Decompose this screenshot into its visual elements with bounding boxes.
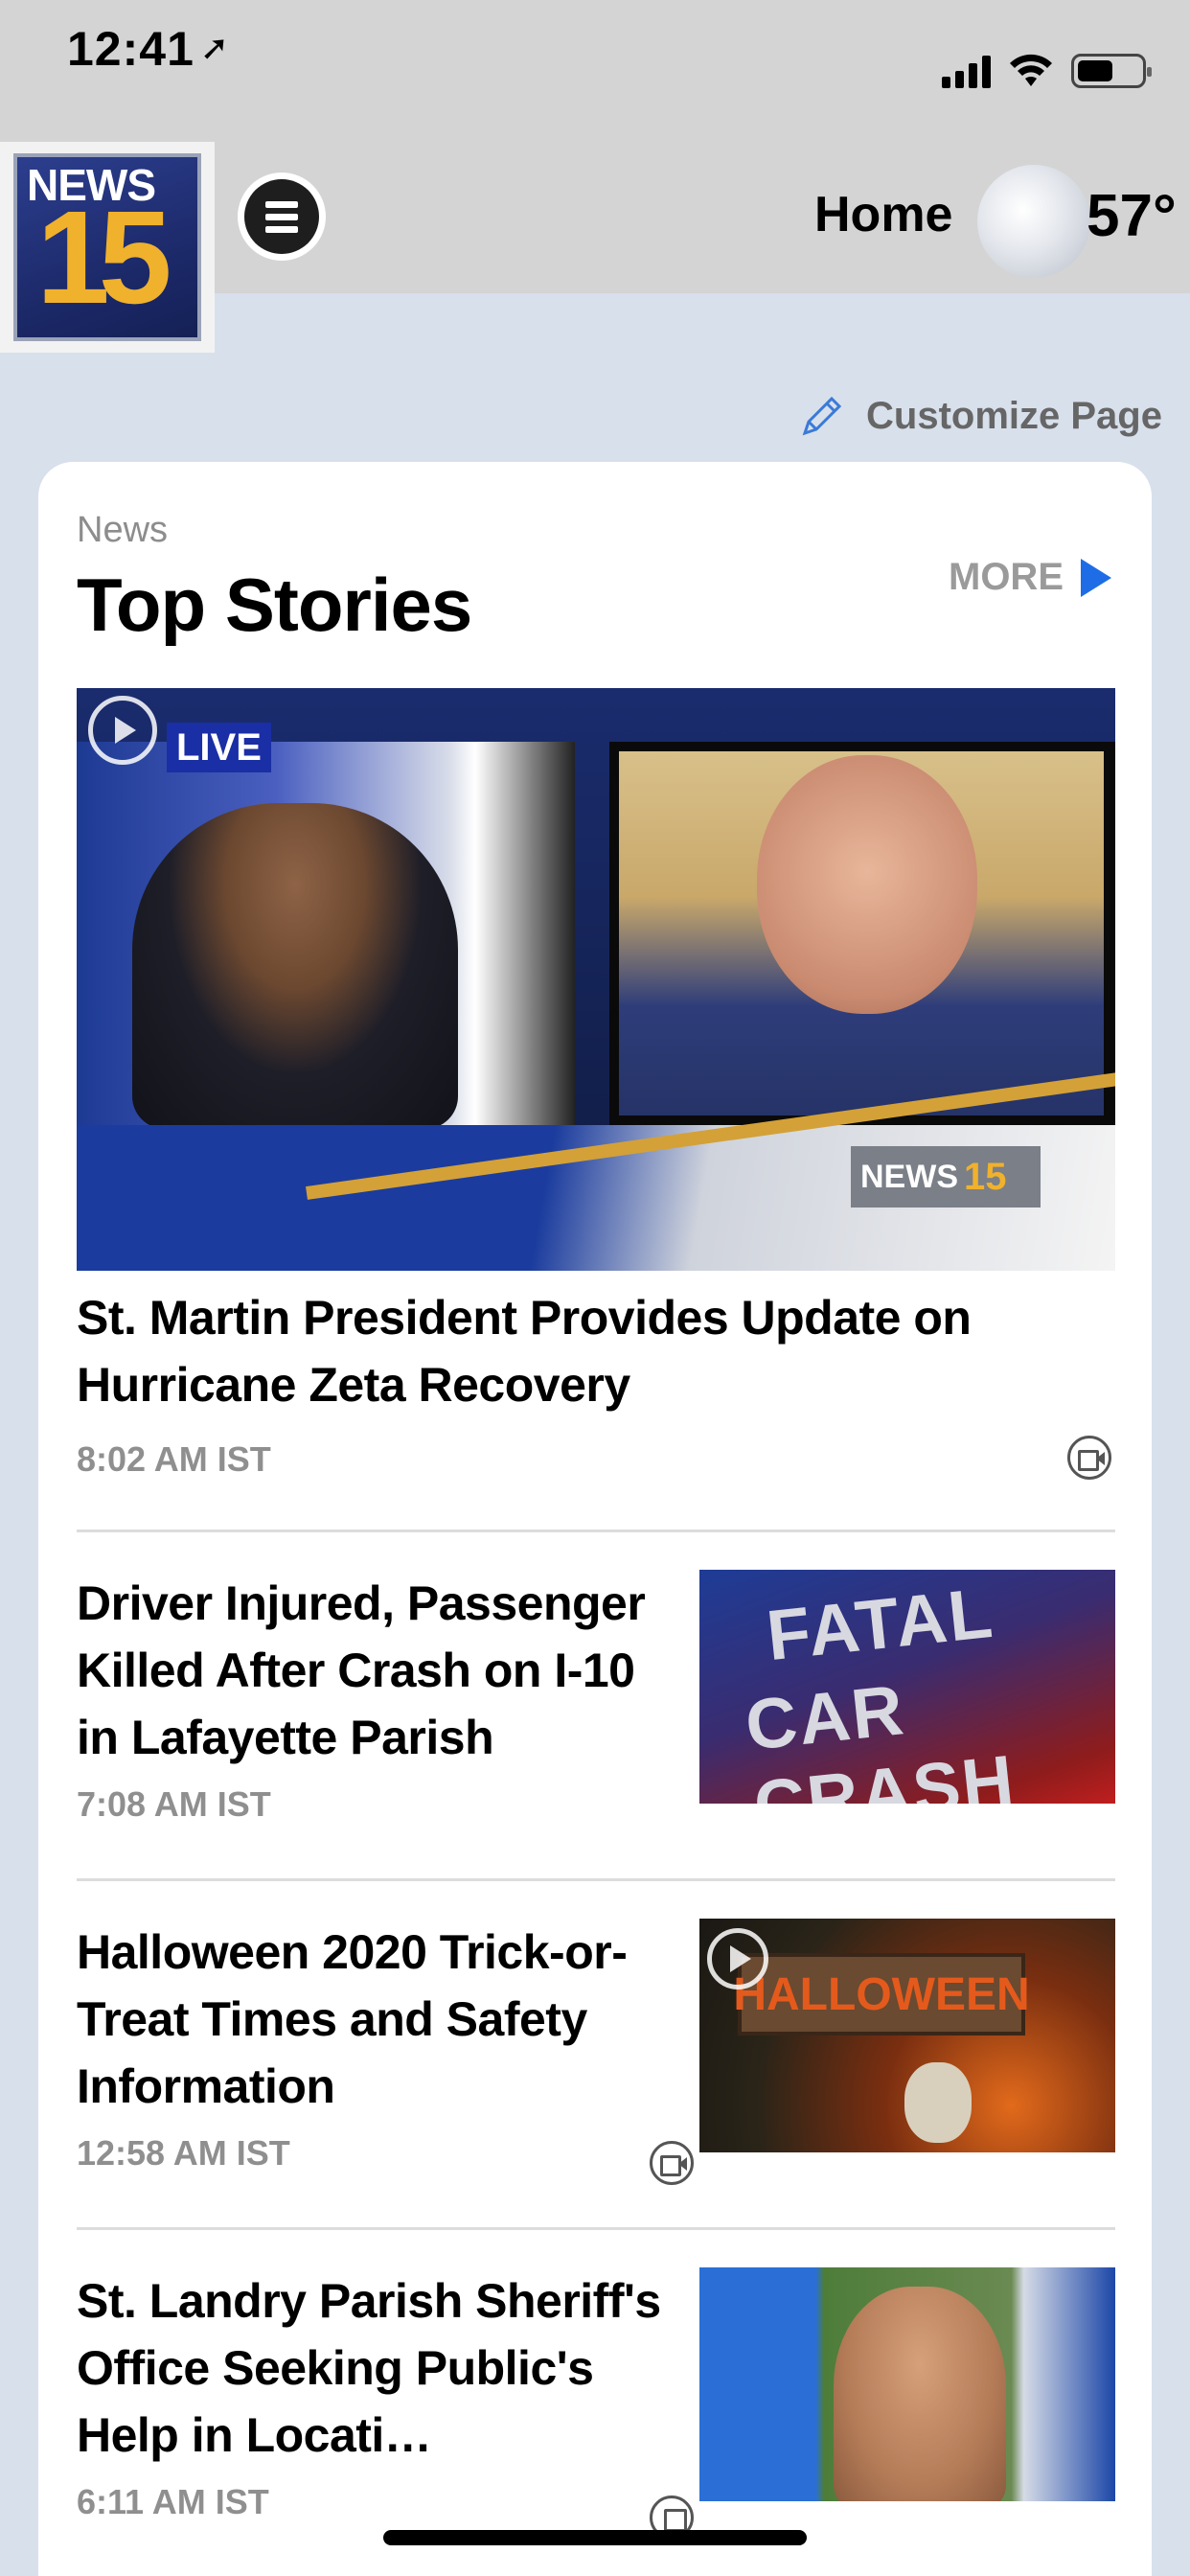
- battery-icon: [1071, 54, 1152, 88]
- list-item[interactable]: Halloween 2020 Trick-or-Treat Times and …: [77, 1919, 1115, 2187]
- story-headline[interactable]: St. Landry Parish Sheriff's Office Seeki…: [77, 2267, 671, 2469]
- story-thumbnail[interactable]: FATAL CAR CRASH: [699, 1570, 1115, 1804]
- home-label[interactable]: Home: [814, 186, 952, 243]
- divider: [77, 2227, 1115, 2230]
- list-item[interactable]: Driver Injured, Passenger Killed After C…: [77, 1570, 1115, 1838]
- story-text: St. Landry Parish Sheriff's Office Seeki…: [77, 2267, 671, 2522]
- cloudy-weather-icon[interactable]: [977, 165, 1090, 278]
- story-timestamp: 6:11 AM IST: [77, 2482, 269, 2521]
- story-thumbnail[interactable]: HALLOWEEN: [699, 1919, 1115, 2152]
- skull-figure: [904, 2062, 972, 2143]
- video-icon: [650, 2141, 694, 2185]
- section-kicker: News: [77, 510, 169, 550]
- story-headline[interactable]: Driver Injured, Passenger Killed After C…: [77, 1570, 671, 1771]
- divider: [77, 1878, 1115, 1881]
- more-button[interactable]: MORE: [949, 556, 1111, 599]
- story-timestamp: 7:08 AM IST: [77, 1784, 271, 1824]
- story-text: Halloween 2020 Trick-or-Treat Times and …: [77, 1919, 671, 2174]
- temperature[interactable]: 57°: [1087, 182, 1177, 250]
- thumb-text: HALLOWEEN: [733, 1953, 1030, 2036]
- hero-timestamp: 8:02 AM IST: [77, 1439, 271, 1479]
- divider: [77, 1530, 1115, 1532]
- home-indicator[interactable]: [383, 2530, 807, 2545]
- location-arrow-icon: ➚: [199, 28, 231, 67]
- guest-figure: [757, 755, 977, 1014]
- status-time: 12:41 ➚: [67, 21, 230, 77]
- status-time-text: 12:41: [67, 22, 195, 76]
- anchor-figure: [132, 803, 458, 1129]
- pencil-icon: [802, 396, 842, 436]
- live-badge: LIVE: [167, 723, 271, 772]
- bug-number: 15: [964, 1155, 1007, 1198]
- customize-label: Customize Page: [866, 394, 1162, 437]
- video-icon: [1067, 1436, 1111, 1480]
- story-thumbnail[interactable]: [699, 2267, 1115, 2501]
- play-icon: [88, 696, 157, 765]
- play-arrow-icon: [1081, 558, 1111, 597]
- story-headline[interactable]: Halloween 2020 Trick-or-Treat Times and …: [77, 1919, 671, 2120]
- wifi-icon: [1010, 54, 1052, 86]
- menu-button[interactable]: [238, 172, 326, 261]
- hero-headline[interactable]: St. Martin President Provides Update on …: [77, 1284, 1092, 1418]
- list-item[interactable]: St. Landry Parish Sheriff's Office Seeki…: [77, 2267, 1115, 2540]
- status-icons: [942, 52, 1152, 88]
- story-text: Driver Injured, Passenger Killed After C…: [77, 1570, 671, 1825]
- story-timestamp: 12:58 AM IST: [77, 2133, 290, 2173]
- hamburger-icon: [244, 179, 319, 254]
- thumb-text: FATAL: [763, 1572, 998, 1676]
- hero-video-thumbnail[interactable]: NEWS 15 LIVE: [77, 688, 1115, 1271]
- top-stories-card: News Top Stories MORE NEWS 15 LIVE St. Ma…: [38, 462, 1152, 2576]
- person-figure: [834, 2287, 1006, 2501]
- more-label: MORE: [949, 556, 1064, 598]
- bug-text: NEWS: [860, 1158, 958, 1195]
- customize-page-button[interactable]: Customize Page: [795, 389, 1162, 443]
- news15-bug: NEWS 15: [851, 1146, 1041, 1208]
- section-title: Top Stories: [77, 563, 472, 647]
- logo-number: 15: [36, 184, 172, 332]
- news15-logo: NEWS 15: [13, 153, 201, 341]
- station-logo[interactable]: NEWS 15: [0, 142, 215, 353]
- play-icon: [707, 1928, 768, 1990]
- cellular-signal-icon: [942, 54, 991, 88]
